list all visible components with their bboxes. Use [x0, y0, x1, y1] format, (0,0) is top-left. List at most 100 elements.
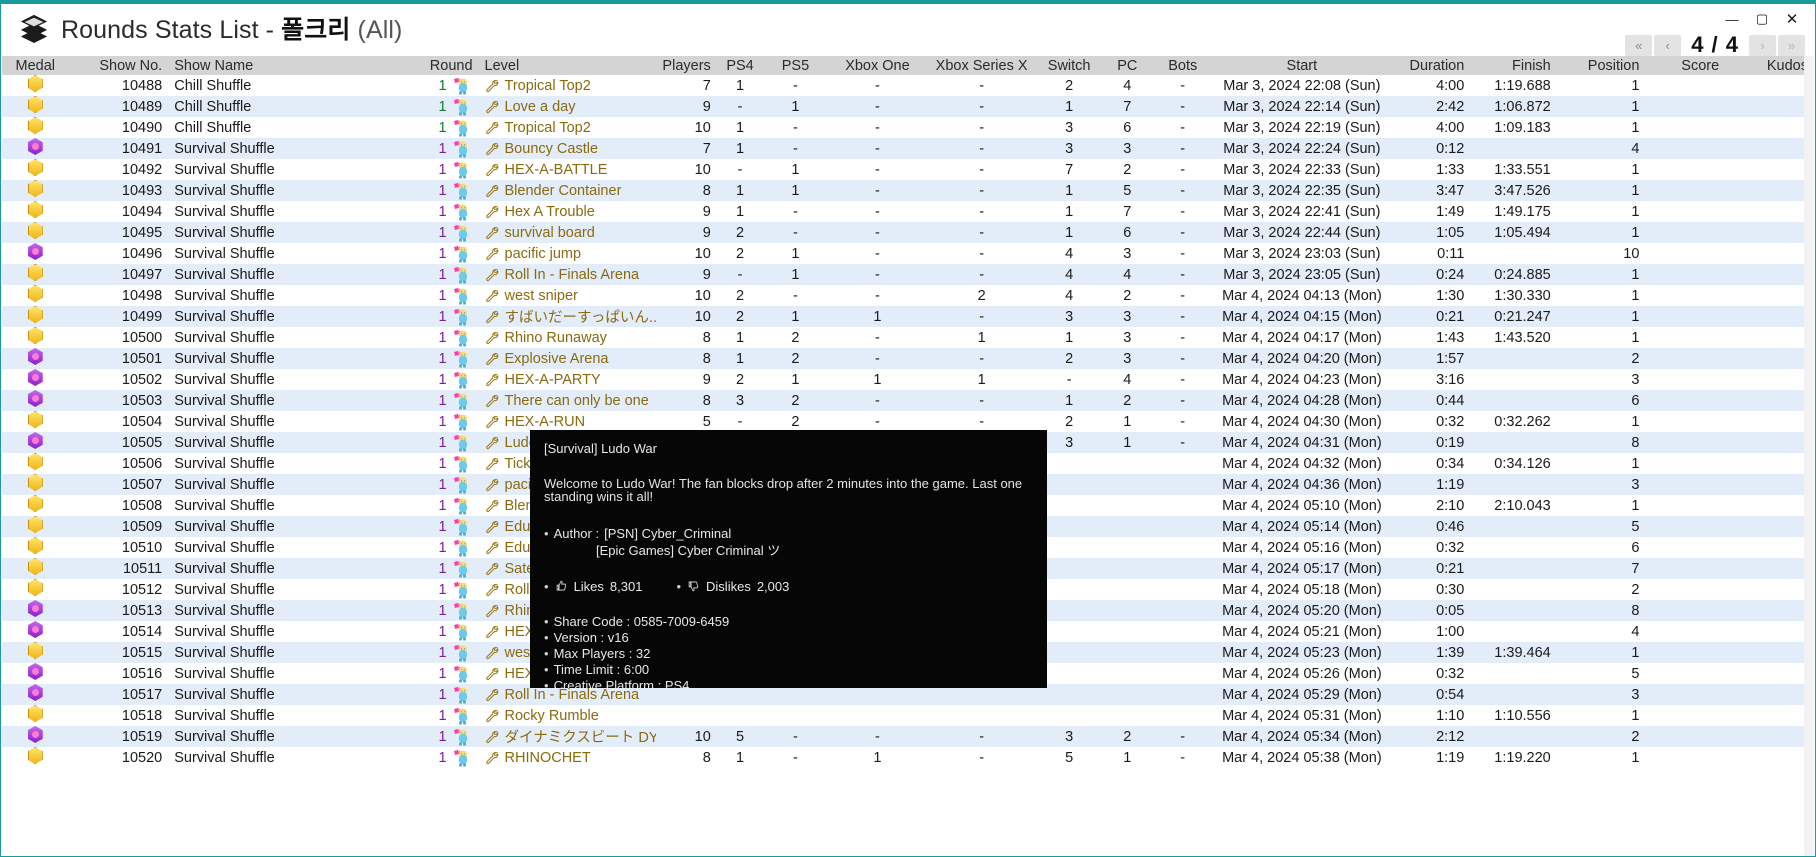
cell-finish [1470, 138, 1556, 159]
cell-kudos [1725, 663, 1814, 684]
table-row[interactable]: 10490 Chill Shuffle 1 Tropical Top2 10 1 - - - 3… [2, 117, 1814, 138]
table-row[interactable]: 10498 Survival Shuffle 1 west sniper 10 2 - - 2… [2, 285, 1814, 306]
column-header-show-no[interactable]: Show No. [68, 56, 169, 75]
cell-level[interactable]: Rhino Runaway [479, 327, 656, 348]
cell-level[interactable]: west sniper [479, 285, 656, 306]
table-row[interactable]: 10504 Survival Shuffle 1 HEX-A-RUN 5 - 2 - - 2 1 -… [2, 411, 1814, 432]
cell-switch: 3 [1065, 119, 1074, 136]
column-header-pc[interactable]: PC [1102, 56, 1153, 75]
table-row[interactable]: 10499 Survival Shuffle 1 すばいだーすっぱいん... 10 2 1… [2, 306, 1814, 327]
last-page-button[interactable]: » [1778, 34, 1805, 56]
cell-medal [2, 642, 68, 663]
table-row[interactable]: 10491 Survival Shuffle 1 Bouncy Castle 7 1 - -… [2, 138, 1814, 159]
minimize-button[interactable]: — [1717, 8, 1747, 30]
table-row[interactable]: 10518 Survival Shuffle 1 Rocky Rumble Mar 4… [2, 705, 1814, 726]
cell-position: 1 [1631, 308, 1640, 325]
table-row[interactable]: 10520 Survival Shuffle 1 RHINOCHET 8 1 - 1 - 5 1 -… [2, 747, 1814, 768]
character-icon [453, 686, 467, 703]
cell-duration: 0:44 [1436, 392, 1465, 409]
cell-level[interactable]: Hex A Trouble [479, 201, 656, 222]
cell-level[interactable]: Tropical Top2 [479, 75, 656, 96]
column-header-bots[interactable]: Bots [1152, 56, 1214, 75]
cell-level[interactable]: Love a day [479, 96, 656, 117]
cell-xbox-series-x: 1 [977, 371, 986, 388]
cell-ps5: 1 [791, 245, 800, 262]
table-row[interactable]: 10496 Survival Shuffle 1 pacific jump 10 2 1 -… [2, 243, 1814, 264]
column-header-ps4[interactable]: PS4 [716, 56, 764, 75]
cell-kudos [1725, 201, 1814, 222]
cell-start: Mar 4, 2024 05:20 (Mon) [1222, 602, 1382, 619]
column-header-round[interactable]: Round [362, 56, 479, 75]
close-button[interactable]: ✕ [1777, 8, 1807, 30]
cell-position: 2 [1631, 728, 1640, 745]
cell-bots [1152, 705, 1213, 726]
table-row[interactable]: 10495 Survival Shuffle 1 survival board 9 2 -… [2, 222, 1814, 243]
column-header-switch[interactable]: Switch [1035, 56, 1103, 75]
column-header-position[interactable]: Position [1556, 56, 1646, 75]
cell-level[interactable]: Blender Container [479, 180, 656, 201]
cell-show-name: Survival Shuffle [174, 287, 275, 304]
column-header-show-name[interactable]: Show Name [168, 56, 363, 75]
medal-icon-purple [27, 138, 43, 155]
cell-level[interactable]: Tropical Top2 [479, 117, 656, 138]
table-row[interactable]: 10493 Survival Shuffle 1 Blender Container… [2, 180, 1814, 201]
column-header-score[interactable]: Score [1645, 56, 1726, 75]
table-row[interactable]: 10500 Survival Shuffle 1 Rhino Runaway 8 1 2 -… [2, 327, 1814, 348]
medal-icon-gold [27, 642, 43, 659]
cell-pc: 7 [1123, 98, 1132, 115]
maximize-button[interactable]: ▢ [1747, 8, 1777, 30]
column-header-xbox-one[interactable]: Xbox One [827, 56, 928, 75]
table-row[interactable]: 10519 Survival Shuffle 1 ダイナミクスビート DY... 10… [2, 726, 1814, 747]
cell-level[interactable]: There can only be one [479, 390, 656, 411]
cell-finish: 1:33.551 [1494, 161, 1551, 178]
cell-xbox-series-x: - [979, 392, 985, 409]
table-row[interactable]: 10501 Survival Shuffle 1 Explosive Arena 8 1… [2, 348, 1814, 369]
column-header-level[interactable]: Level [478, 56, 656, 75]
cell-level[interactable]: Roll In - Finals Arena [479, 264, 656, 285]
cell-level[interactable]: HEX-A-BATTLE [479, 159, 656, 180]
cell-level[interactable]: すばいだーすっぱいん... [479, 306, 656, 327]
cell-level[interactable]: Rocky Rumble [479, 705, 656, 726]
vertical-scrollbar[interactable] [1804, 56, 1814, 856]
cell-show-name: Survival Shuffle [174, 308, 275, 325]
cell-players: 8 [702, 329, 711, 346]
column-header-medal[interactable]: Medal [2, 56, 69, 75]
table-row[interactable]: 10488 Chill Shuffle 1 Tropical Top2 7 1 - - - 2 4… [2, 75, 1814, 96]
cell-level[interactable]: pacific jump [479, 243, 656, 264]
column-header-xbox-series-x[interactable]: Xbox Series X [927, 56, 1036, 75]
cell-level[interactable]: HEX-A-RUN [479, 411, 656, 432]
next-page-button[interactable]: › [1749, 34, 1776, 56]
table-row[interactable]: 10502 Survival Shuffle 1 HEX-A-PARTY 9 2 1 1 1 -… [2, 369, 1814, 390]
cell-level[interactable]: survival board [479, 222, 656, 243]
cell-start: Mar 4, 2024 05:18 (Mon) [1222, 581, 1382, 598]
cell-level[interactable]: ダイナミクスビート DY... [479, 726, 656, 747]
cell-kudos [1725, 138, 1814, 159]
cell-level[interactable]: Bouncy Castle [479, 138, 656, 159]
cell-level[interactable]: Explosive Arena [479, 348, 656, 369]
table-row[interactable]: 10497 Survival Shuffle 1 Roll In - Finals … [2, 264, 1814, 285]
column-header-start[interactable]: Start [1213, 56, 1391, 75]
prev-page-button[interactable]: ‹ [1654, 34, 1682, 56]
column-header-ps5[interactable]: PS5 [763, 56, 828, 75]
cell-level[interactable]: RHINOCHET [479, 747, 656, 768]
cell-bots: - [1180, 161, 1186, 178]
table-row[interactable]: 10492 Survival Shuffle 1 HEX-A-BATTLE 10 - 1 -… [2, 159, 1814, 180]
character-icon [453, 497, 467, 514]
column-header-kudos[interactable]: Kudos [1725, 56, 1814, 75]
table-row[interactable]: 10494 Survival Shuffle 1 Hex A Trouble 9 1 - -… [2, 201, 1814, 222]
cell-switch: 1 [1065, 98, 1074, 115]
cell-ps4: 1 [736, 350, 745, 367]
table-row[interactable]: 10489 Chill Shuffle 1 Love a day 9 - 1 - - 1 7 - Ma… [2, 96, 1814, 117]
cell-duration: 1:49 [1436, 203, 1465, 220]
cell-level[interactable]: HEX-A-PARTY [479, 369, 656, 390]
column-header-finish[interactable]: Finish [1470, 56, 1557, 75]
first-page-button[interactable]: « [1625, 34, 1653, 56]
cell-start: Mar 4, 2024 05:31 (Mon) [1222, 707, 1382, 724]
column-header-players[interactable]: Players [655, 56, 717, 75]
character-icon [453, 245, 467, 262]
medal-icon-gold [27, 747, 43, 764]
column-header-duration[interactable]: Duration [1390, 56, 1471, 75]
cell-switch: 5 [1065, 749, 1074, 766]
table-row[interactable]: 10503 Survival Shuffle 1 There can only be… [2, 390, 1814, 411]
cell-medal [2, 243, 68, 264]
